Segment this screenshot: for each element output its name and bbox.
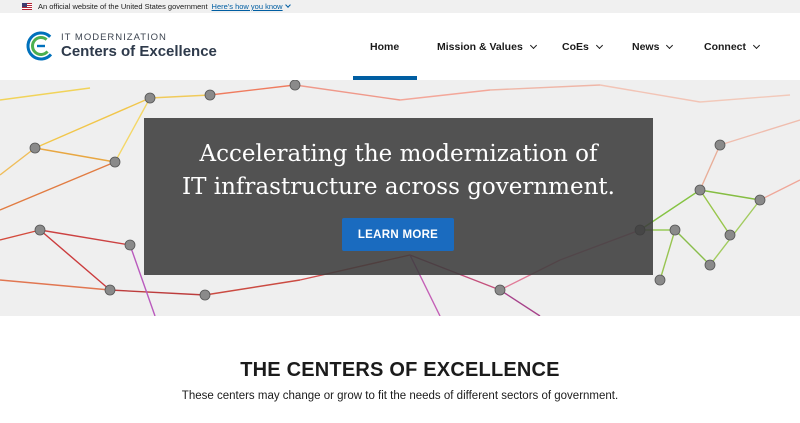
nav-home[interactable]: Home: [370, 41, 399, 53]
chevron-down-icon: [284, 2, 291, 8]
site-logo[interactable]: IT MODERNIZATION Centers of Excellence: [26, 31, 217, 61]
gov-banner: An official website of the United States…: [0, 0, 800, 13]
gov-banner-text: An official website of the United States…: [38, 2, 208, 11]
hero-banner: Accelerating the modernization of IT inf…: [0, 80, 800, 316]
chevron-down-icon: [666, 41, 674, 49]
nav-coes[interactable]: CoEs: [562, 41, 603, 53]
hero-title-line-2: IT infrastructure across government.: [182, 174, 615, 200]
nav-coes-label: CoEs: [562, 41, 589, 53]
nav-mission-values-label: Mission & Values: [437, 41, 523, 53]
nav-news[interactable]: News: [632, 41, 674, 53]
hero-overlay: Accelerating the modernization of IT inf…: [144, 118, 653, 275]
nav-home-label: Home: [370, 41, 400, 53]
section-title: THE CENTERS OF EXCELLENCE: [240, 359, 560, 381]
chevron-down-icon: [752, 41, 761, 49]
coe-logo-icon: [26, 31, 56, 61]
learn-more-button[interactable]: LEARN MORE: [342, 218, 454, 251]
site-header: IT MODERNIZATION Centers of Excellence H…: [0, 13, 800, 80]
us-flag-icon: [22, 3, 32, 10]
section-subtitle: These centers may change or grow to fit …: [181, 390, 619, 402]
hero-title-line-1: Accelerating the modernization of: [199, 141, 598, 167]
chevron-down-icon: [529, 41, 537, 49]
heres-how-you-know-link[interactable]: Here's how you know: [211, 2, 291, 11]
nav-connect-label: Connect: [704, 41, 746, 53]
logo-tagline: IT MODERNIZATION: [61, 31, 167, 43]
nav-news-label: News: [632, 41, 660, 53]
logo-title: Centers of Excellence: [61, 43, 217, 61]
chevron-down-icon: [595, 41, 603, 49]
heres-how-you-know-label: Here's how you know: [211, 2, 283, 11]
nav-mission-values[interactable]: Mission & Values: [437, 41, 537, 53]
nav-connect[interactable]: Connect: [704, 41, 761, 53]
hero-title: Accelerating the modernization of IT inf…: [144, 138, 653, 204]
